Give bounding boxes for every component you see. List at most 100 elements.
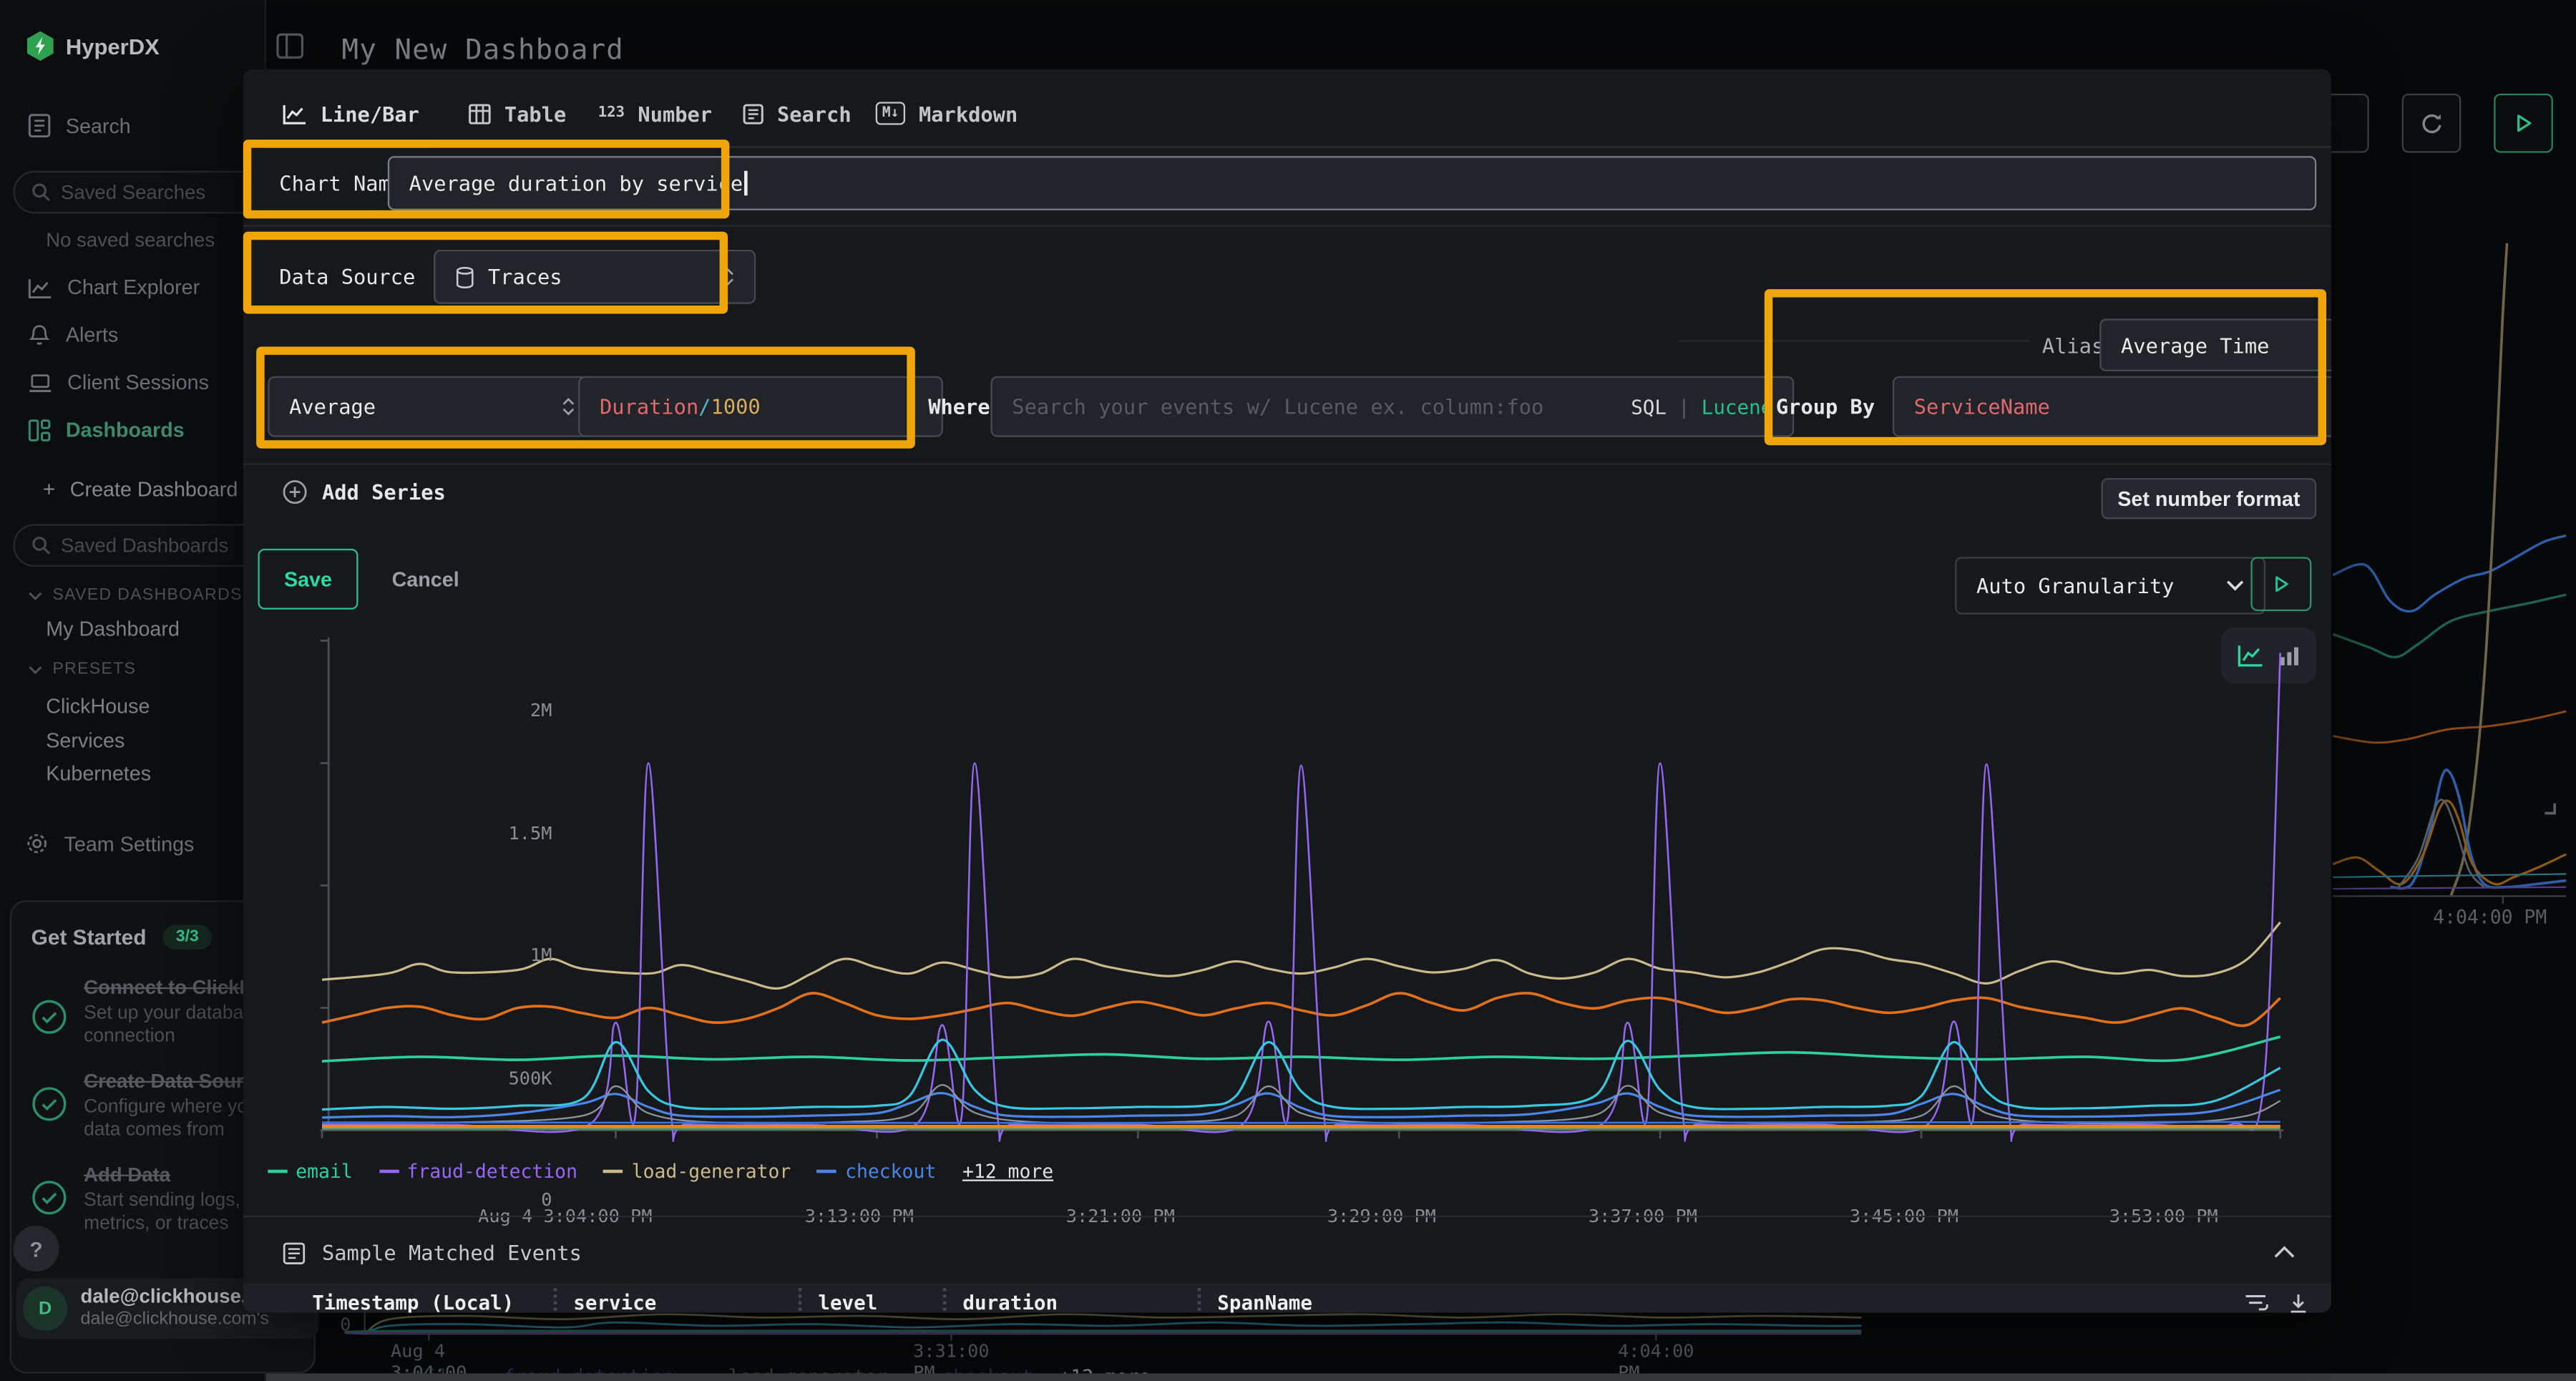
tab-search[interactable]: Search <box>743 85 852 141</box>
tab-line-bar[interactable]: Line/Bar <box>283 85 419 141</box>
column-header-level[interactable]: level <box>799 1288 943 1312</box>
series-line-flat-blue <box>322 1122 2280 1123</box>
legend-label: checkout <box>845 1160 936 1183</box>
bottom-scroll-strip[interactable] <box>145 1373 2576 1381</box>
column-header-spanname[interactable]: SpanName <box>1198 1288 2245 1312</box>
chevron-down-icon <box>2226 580 2244 591</box>
help-button[interactable]: ? <box>13 1226 59 1272</box>
no-saved-searches: No saved searches <box>46 228 215 251</box>
create-dashboard-label: Create Dashboard <box>70 477 238 500</box>
column-header-timestamp[interactable]: Timestamp (Local) <box>243 1292 554 1313</box>
sidebar-item-label: Client Sessions <box>67 371 209 394</box>
run-query-button[interactable] <box>2494 94 2553 153</box>
series-line-orange <box>2333 711 2566 743</box>
legend-item[interactable]: email <box>268 1160 353 1183</box>
chart-plot[interactable] <box>246 629 2295 1141</box>
create-dashboard-button[interactable]: + Create Dashboard <box>43 477 238 501</box>
search-icon <box>31 182 52 202</box>
get-started-progress-badge: 3/3 <box>162 925 212 950</box>
saved-searches-input[interactable]: Saved Searches <box>13 171 279 214</box>
line-chart-icon <box>283 102 307 124</box>
search-list-icon <box>743 102 764 124</box>
presets-section[interactable]: PRESETS <box>28 660 136 678</box>
series-line-fraud-detection <box>322 653 2280 1141</box>
save-button[interactable]: Save <box>258 549 358 610</box>
sidebar-item-label: Search <box>66 114 131 137</box>
sidebar-toggle-icon[interactable] <box>276 33 304 59</box>
sidebar-item-alerts[interactable]: Alerts <box>28 323 118 346</box>
legend-item[interactable]: fraud-detection <box>379 1160 577 1183</box>
tab-bar: Line/Bar Table 123 Number Search M↓ Mark… <box>243 85 2331 147</box>
divider <box>243 225 2331 227</box>
play-icon <box>2514 113 2534 133</box>
check-circle-icon <box>31 999 68 1035</box>
legend-swatch <box>817 1170 837 1173</box>
saved-dashboards-input[interactable]: Saved Dashboards <box>13 524 279 567</box>
tile-resize-handle[interactable] <box>2540 799 2556 815</box>
tab-table[interactable]: Table <box>468 85 566 141</box>
sidebar-item-dashboards[interactable]: Dashboards <box>28 419 185 441</box>
sidebar-item-chart-explorer[interactable]: Chart Explorer <box>28 276 200 299</box>
column-header-duration[interactable]: duration <box>943 1288 1198 1312</box>
search-nav-icon <box>28 113 51 137</box>
column-header-service[interactable]: service <box>554 1288 799 1312</box>
chevron-down-icon <box>28 590 43 600</box>
logo[interactable]: HyperDX <box>26 31 160 61</box>
series-line-green <box>2333 595 2566 657</box>
app-root: My New Dashboard Save 4:04:00 PM 0 Aug 4… <box>0 0 2576 1381</box>
series-line-email <box>322 1037 2280 1061</box>
where-label: Where <box>928 394 990 419</box>
set-number-format-button[interactable]: Set number format <box>2101 478 2316 519</box>
sql-mode-toggle[interactable]: SQL <box>1631 395 1667 418</box>
plus-circle-icon <box>283 479 307 504</box>
filter-icon[interactable] <box>2244 1293 2268 1313</box>
adjacent-tile-chart[interactable] <box>2331 165 2576 937</box>
sidebar-item-search[interactable]: Search <box>28 113 131 137</box>
sidebar-item-label: Alerts <box>66 323 118 346</box>
sidebar-item-my-dashboard[interactable]: My Dashboard <box>46 618 180 640</box>
collapse-chevron-icon[interactable] <box>2274 1245 2296 1258</box>
series-line-blue <box>2333 535 2566 611</box>
series-line-load-generator <box>322 922 2280 989</box>
add-series-button[interactable]: Add Series <box>283 479 446 504</box>
sidebar-item-team-settings[interactable]: Team Settings <box>24 831 194 856</box>
sidebar-item-clickhouse[interactable]: ClickHouse <box>46 695 150 718</box>
series-line-purple-flat <box>2333 887 2566 889</box>
mini-chart-zero-label: 0 <box>340 1314 351 1336</box>
refresh-button[interactable] <box>2402 94 2462 153</box>
legend-more-link[interactable]: +12 more <box>962 1160 1053 1183</box>
search-icon <box>31 535 52 555</box>
sidebar-item-kubernetes[interactable]: Kubernetes <box>46 762 151 785</box>
legend-item[interactable]: load-generator <box>604 1160 791 1183</box>
granularity-select[interactable]: Auto Granularity <box>1955 557 2265 614</box>
preview-run-button[interactable] <box>2250 557 2311 611</box>
sidebar-item-label: Chart Explorer <box>67 276 200 299</box>
chart-explorer-icon <box>28 277 52 298</box>
table-icon <box>468 102 491 124</box>
tab-number[interactable]: 123 Number <box>598 85 712 141</box>
user-subtitle: dale@clickhouse.com's <box>81 1309 269 1330</box>
where-placeholder: Search your events w/ Lucene ex. column:… <box>1012 394 1543 419</box>
sidebar-item-client-sessions[interactable]: Client Sessions <box>28 371 209 394</box>
sample-events-header[interactable]: Sample Matched Events <box>283 1240 582 1264</box>
sidebar-item-services[interactable]: Services <box>46 729 125 752</box>
legend-item[interactable]: checkout <box>817 1160 936 1183</box>
cancel-button[interactable]: Cancel <box>368 549 483 610</box>
series-line-teal-flat <box>2333 874 2566 877</box>
where-search-input[interactable]: Search your events w/ Lucene ex. column:… <box>990 376 1794 437</box>
download-icon[interactable] <box>2288 1292 2308 1313</box>
saved-dashboards-section[interactable]: SAVED DASHBOARDS <box>28 587 243 605</box>
legend-swatch <box>268 1170 288 1173</box>
check-circle-icon <box>31 1180 68 1216</box>
highlight-chart-name <box>243 140 730 218</box>
check-circle-icon <box>31 1086 68 1123</box>
sidebar-item-label: Dashboards <box>66 419 185 441</box>
adjacent-tile-x-label: 4:04:00 PM <box>2433 905 2547 928</box>
bell-icon <box>28 323 51 346</box>
play-icon <box>2272 575 2290 593</box>
lucene-mode-toggle[interactable]: Lucene <box>1702 395 1773 418</box>
chart-legend: email fraud-detection load-generator checko… <box>268 1160 1053 1183</box>
user-name: dale@clickhouse.c <box>81 1287 269 1309</box>
tab-markdown[interactable]: M↓ Markdown <box>876 85 1018 141</box>
gear-icon <box>24 831 49 856</box>
